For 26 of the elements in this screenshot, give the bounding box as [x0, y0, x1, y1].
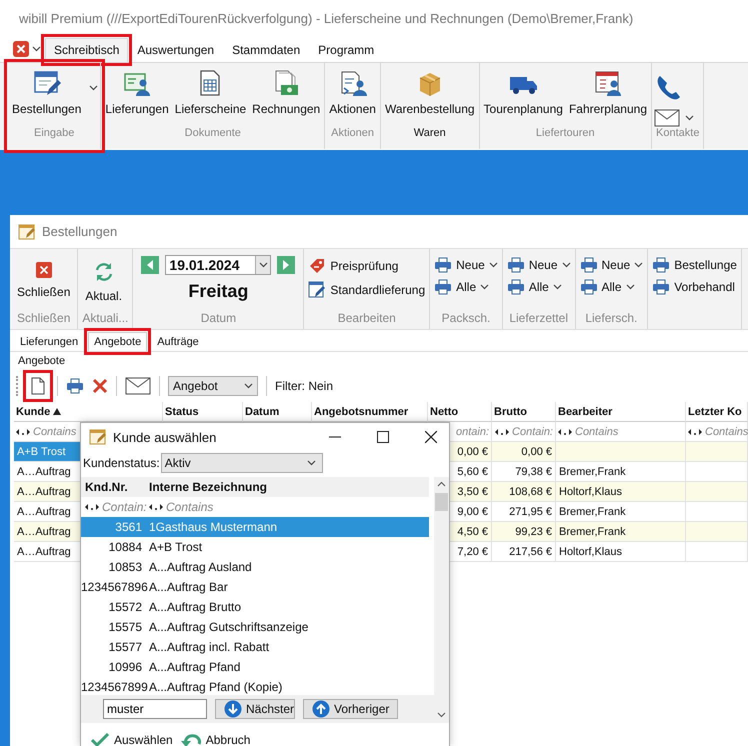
group-label: Kontakte [655, 127, 700, 141]
group-label: Datum [200, 311, 238, 327]
window-title: Bestellungen [42, 224, 118, 239]
table-cell: Holtorf,Klaus [556, 482, 686, 502]
group-label: Bearbeiten [336, 311, 397, 327]
filter-label: Filter: Nein [275, 379, 334, 393]
group-label: Aktionen [330, 127, 375, 141]
group-label: Eingabe [33, 127, 76, 141]
table-cell: Bremer,Frank [556, 522, 686, 542]
group-label: Liefertouren [534, 127, 596, 141]
table-cell: 0,00 € [492, 442, 556, 462]
group-label: Lieferzettel [508, 311, 570, 327]
weekday-label: Freitag [188, 281, 248, 302]
table-cell: Holtorf,Klaus [556, 542, 686, 562]
table-cell: 108,68 € [492, 482, 556, 502]
group-label: Packsch. [440, 311, 492, 327]
group-label: Dokumente [184, 127, 242, 141]
group-label: Aktuali... [82, 311, 128, 327]
table-cell: 99,23 € [492, 522, 556, 542]
table-cell: 217,56 € [492, 542, 556, 562]
section-label: Angebote [18, 355, 66, 367]
group-label: Schließen [16, 311, 72, 327]
dialog-title: Kunde auswählen [113, 430, 216, 444]
group-label: Liefersch. [584, 311, 638, 327]
group-label: Waren [412, 127, 447, 141]
window-title: wibill Premium (///ExportEdiTourenRückverfolgung) - Lieferscheine und Rechnungen (Demo\Bremer,Frank) [18, 10, 634, 28]
